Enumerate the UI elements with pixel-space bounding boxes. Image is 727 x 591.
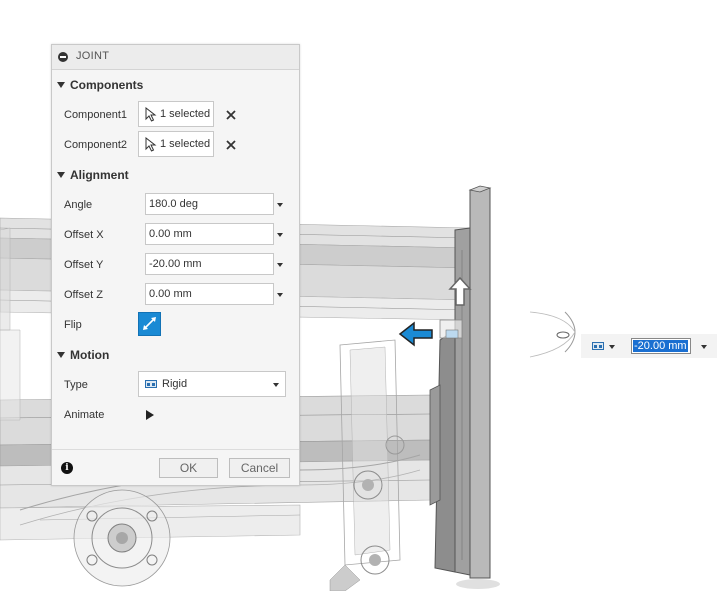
dialog-header: JOINT [52, 45, 299, 70]
info-icon[interactable]: i [61, 462, 73, 474]
rigid-joint-icon[interactable] [592, 342, 604, 350]
arrow-left-icon[interactable] [398, 321, 433, 347]
angle-value: 180.0 deg [149, 198, 198, 210]
chevron-down-icon[interactable] [701, 345, 707, 349]
cursor-select-icon [145, 107, 157, 122]
offset-x-input[interactable]: 0.00 mm [145, 223, 274, 245]
flip-arrows-icon [143, 317, 156, 330]
play-icon[interactable] [146, 410, 154, 420]
offset-z-value: 0.00 mm [149, 288, 192, 300]
joint-type-select[interactable]: Rigid [138, 371, 286, 397]
section-alignment-label: Alignment [70, 168, 129, 182]
section-components-label: Components [70, 78, 144, 92]
component1-value: 1 selected [160, 108, 211, 120]
dialog-title: JOINT [76, 50, 110, 62]
collapse-triangle-icon[interactable] [57, 82, 65, 88]
component1-selector[interactable]: 1 selected [138, 101, 214, 127]
offset-y-value: -20.00 mm [149, 258, 202, 270]
chevron-down-icon [273, 383, 279, 387]
chevron-down-icon[interactable] [277, 293, 283, 297]
offset-x-value: 0.00 mm [149, 228, 192, 240]
chevron-down-icon[interactable] [277, 233, 283, 237]
animate-label: Animate [64, 409, 105, 421]
joint-dialog: JOINT Components Component1 1 selected C… [51, 44, 300, 486]
footer-divider [52, 449, 299, 450]
floating-value-input: -20.00 mm [581, 334, 717, 358]
offset-y-input[interactable]: -20.00 mm [145, 253, 274, 275]
cursor-select-icon [145, 137, 157, 152]
section-components[interactable]: Components [57, 78, 143, 92]
component2-value: 1 selected [160, 138, 211, 150]
collapse-triangle-icon[interactable] [57, 352, 65, 358]
section-motion[interactable]: Motion [57, 348, 109, 362]
close-icon[interactable] [225, 139, 237, 151]
close-icon[interactable] [225, 109, 237, 121]
offset-y-label: Offset Y [64, 259, 104, 271]
component1-label: Component1 [64, 109, 127, 121]
ok-button[interactable]: OK [159, 458, 218, 478]
chevron-down-icon[interactable] [277, 203, 283, 207]
section-alignment[interactable]: Alignment [57, 168, 129, 182]
component2-selector[interactable]: 1 selected [138, 131, 214, 157]
flip-button[interactable] [138, 312, 161, 336]
offset-z-input[interactable]: 0.00 mm [145, 283, 274, 305]
chevron-down-icon[interactable] [609, 345, 615, 349]
distance-input[interactable]: -20.00 mm [631, 338, 691, 354]
section-motion-label: Motion [70, 348, 110, 362]
flip-label: Flip [64, 319, 82, 331]
offset-z-label: Offset Z [64, 289, 103, 301]
joint-type-value: Rigid [162, 378, 188, 390]
component2-label: Component2 [64, 139, 127, 151]
distance-value: -20.00 mm [633, 340, 688, 352]
chevron-down-icon[interactable] [277, 263, 283, 267]
collapse-triangle-icon[interactable] [57, 172, 65, 178]
angle-label: Angle [64, 199, 93, 211]
type-label: Type [64, 379, 88, 391]
offset-x-label: Offset X [64, 229, 104, 241]
minimize-icon[interactable] [58, 52, 68, 62]
cancel-button[interactable]: Cancel [229, 458, 290, 478]
angle-input[interactable]: 180.0 deg [145, 193, 274, 215]
rigid-joint-icon [145, 380, 157, 388]
